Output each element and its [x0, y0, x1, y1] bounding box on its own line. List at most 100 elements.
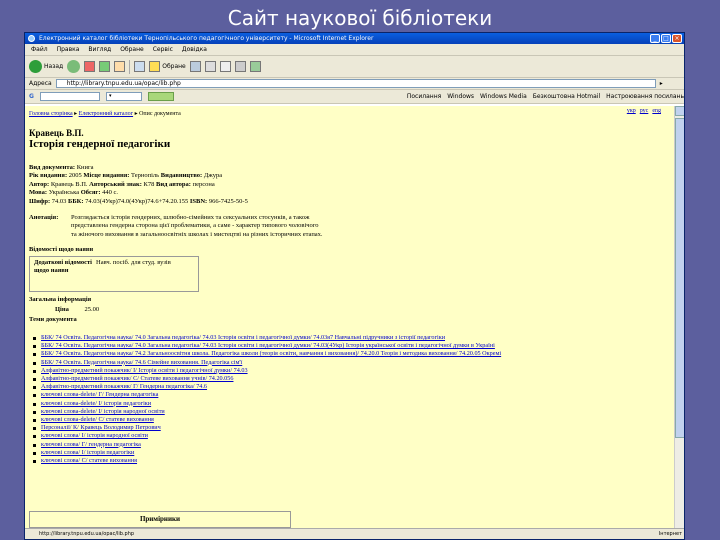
breadcrumb: Головна сторінка ▸ Електронний каталог ▸…	[29, 111, 181, 117]
topic-link[interactable]: Персоналії/ К/ Кравець Володимир Петрови…	[41, 424, 161, 431]
address-bar: Адреса http://library.tnpu.edu.ua/opac/l…	[25, 78, 684, 90]
topic-link[interactable]: ключові слова/ І/ історія народної освіт…	[41, 432, 148, 439]
messenger-icon[interactable]	[249, 61, 261, 72]
toolbar: Назад Обране	[25, 56, 684, 78]
topic-link[interactable]: ключові слова-delete/ Г/ Гендерна педаго…	[41, 391, 158, 398]
close-button[interactable]: ×	[672, 34, 682, 43]
refresh-icon[interactable]	[99, 61, 111, 72]
window-title: Електронний каталог бібліотеки Тернопіль…	[39, 35, 374, 42]
topic-link[interactable]: ББК/ 74 Освіта. Педагогічна наука/ 74.0 …	[41, 334, 445, 341]
topic-link[interactable]: Алфавітно-предметний покажчик/ І/ Історі…	[41, 367, 248, 374]
page-content: Головна сторінка ▸ Електронний каталог ▸…	[25, 106, 675, 530]
link-customize[interactable]: Настроювання посилань	[606, 93, 684, 100]
list-item: ББК/ 74 Освіта. Педагогічна наука/ 74.6 …	[31, 359, 661, 367]
menu-tools[interactable]: Сервіс	[153, 44, 173, 55]
section-copies: Відомості щодо наявн	[29, 246, 94, 253]
link-windows-media[interactable]: Windows Media	[480, 93, 527, 100]
topic-link[interactable]: ключові слова/ Г/ гендерна педагогіка	[41, 441, 141, 448]
scroll-thumb[interactable]	[675, 118, 684, 438]
list-item: ББК/ 74 Освіта. Педагогічна наука/ 74.2 …	[31, 350, 661, 358]
lang-eng[interactable]: eng	[652, 108, 661, 114]
meta-value: Тернопіль	[131, 172, 160, 180]
price-value: 25.00	[84, 306, 100, 313]
topic-link[interactable]: ключові слова/ С/ статеве виховання	[41, 457, 137, 464]
links-label: Посилання	[406, 93, 442, 100]
topic-link[interactable]: Алфавітно-предметний покажчик/ С/ Статев…	[41, 375, 233, 382]
menu-file[interactable]: Файл	[31, 44, 48, 55]
menu-view[interactable]: Вигляд	[88, 44, 111, 55]
menu-edit[interactable]: Правка	[57, 44, 80, 55]
meta-label: Авторський знак:	[89, 180, 142, 188]
topic-link[interactable]: ключові слова-delete/ С/ статеве вихован…	[41, 416, 154, 423]
vertical-scrollbar[interactable]	[674, 106, 684, 530]
address-input[interactable]: http://library.tnpu.edu.ua/opac/lib.php	[55, 79, 656, 88]
lang-ukr[interactable]: укр	[627, 108, 636, 114]
section-topics: Теми документа	[29, 316, 77, 323]
star-icon	[149, 61, 161, 72]
book-title: Історія гендерної педагогіки	[29, 138, 171, 150]
meta-value: 74.03	[51, 197, 67, 205]
maximize-button[interactable]: □	[661, 34, 671, 43]
window-titlebar[interactable]: Електронний каталог бібліотеки Тернопіль…	[25, 33, 684, 44]
meta-value: К78	[143, 180, 155, 188]
search-icon[interactable]	[134, 61, 146, 72]
link-hotmail[interactable]: Безкоштовна Hotmail	[533, 93, 600, 100]
list-item: Алфавітно-предметний покажчик/ І/ Історі…	[31, 367, 661, 375]
menu-bar: Файл Правка Вигляд Обране Сервіс Довідка	[25, 44, 684, 56]
favorites-button[interactable]: Обране	[149, 61, 186, 72]
mail-icon[interactable]	[204, 61, 216, 72]
slide-title: Сайт наукової бібліотеки	[227, 6, 493, 30]
meta-label: ISBN:	[189, 197, 208, 205]
topic-link[interactable]: ключові слова-delete/ І/ історія педагог…	[41, 400, 151, 407]
go-arrow-icon[interactable]: ▸	[660, 80, 663, 87]
additional-info-table: Додаткові відомості щодо наявн Навч. пос…	[29, 256, 199, 292]
scroll-up-icon[interactable]	[675, 106, 684, 116]
annotation-line: представлена гендерна сторона цієї пробл…	[71, 222, 319, 230]
book-author: Кравець В.П.	[29, 128, 84, 138]
breadcrumb-catalog[interactable]: Електронний каталог	[79, 111, 133, 117]
minimize-button[interactable]: _	[650, 34, 660, 43]
lang-rus[interactable]: рус	[640, 108, 649, 114]
list-item: ключові слова/ І/ історія педагогіки	[31, 449, 661, 457]
edit-icon[interactable]	[234, 61, 246, 72]
breadcrumb-home[interactable]: Головна сторінка	[29, 111, 73, 117]
meta-label: Автор:	[29, 180, 50, 188]
list-item: Алфавітно-предметний покажчик/ С/ Статев…	[31, 375, 661, 383]
menu-help[interactable]: Довідка	[182, 44, 207, 55]
menu-favorites[interactable]: Обране	[120, 44, 144, 55]
list-item: ключові слова/ І/ історія народної освіт…	[31, 432, 661, 440]
topic-link[interactable]: ББК/ 74 Освіта. Педагогічна наука/ 74.2 …	[41, 350, 501, 357]
list-item: ключові слова-delete/ І/ історія народно…	[31, 408, 661, 416]
google-search-select[interactable]: ▾	[105, 92, 142, 101]
back-button[interactable]: Назад	[29, 60, 63, 73]
section-general: Загальна інформація	[29, 296, 92, 303]
topics-list: ББК/ 74 Освіта. Педагогічна наука/ 74.0 …	[31, 334, 661, 465]
forward-button[interactable]	[67, 60, 81, 73]
meta-value: 2005	[68, 172, 82, 180]
annotation-line: та жіночого виховання в загальноосвітніх…	[71, 230, 323, 238]
pagerank-icon	[147, 92, 174, 101]
meta-value: Українська	[48, 189, 80, 197]
annotation: Анотація: Розглядається історія гендерни…	[29, 214, 409, 239]
meta-value: Книга	[76, 164, 94, 171]
list-item: ключові слова/ С/ статеве виховання	[31, 457, 661, 465]
home-icon[interactable]	[114, 61, 126, 72]
stop-icon[interactable]	[84, 61, 96, 72]
topic-link[interactable]: ББК/ 74 Освіта. Педагогічна наука/ 74.0 …	[41, 342, 495, 349]
topic-link[interactable]: ключові слова-delete/ І/ історія народно…	[41, 408, 165, 415]
toolbar-separator	[129, 59, 131, 74]
meta-value: 440 с.	[102, 189, 119, 197]
meta-label: Місце видання:	[83, 172, 130, 180]
topic-link[interactable]: ББК/ 74 Освіта. Педагогічна наука/ 74.6 …	[41, 359, 242, 366]
google-search-input[interactable]	[39, 92, 100, 101]
history-icon[interactable]	[189, 61, 201, 72]
list-item: ББК/ 74 Освіта. Педагогічна наука/ 74.0 …	[31, 334, 661, 342]
browser-window: Електронний каталог бібліотеки Тернопіль…	[24, 32, 685, 540]
print-icon[interactable]	[219, 61, 231, 72]
topic-link[interactable]: ключові слова/ І/ історія педагогіки	[41, 449, 134, 456]
price-row: Ціна 25.00	[55, 306, 99, 313]
meta-value: 74.03(4Укр)74.0(4Укр)74.6+74.20.155	[85, 197, 189, 205]
link-windows[interactable]: Windows	[447, 93, 474, 100]
topic-link[interactable]: Алфавітно-предметний покажчик/ Г/ Гендер…	[41, 383, 207, 390]
meta-label: Шифр:	[29, 197, 51, 205]
